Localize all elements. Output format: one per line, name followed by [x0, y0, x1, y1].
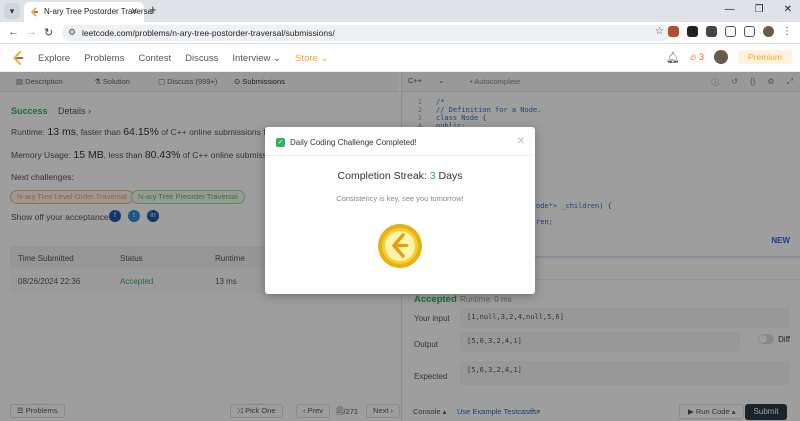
nav-discuss[interactable]: Discuss — [185, 53, 218, 64]
bookmark-star-icon[interactable]: ☆ — [655, 26, 664, 37]
user-avatar[interactable] — [713, 50, 728, 64]
address-bar-row: ← → ↻ ⚙ leetcode.com/problems/n-ary-tree… — [0, 22, 800, 44]
completion-streak: Completion Streak: 3 Days — [337, 170, 463, 182]
forward-icon[interactable]: → — [26, 26, 37, 38]
extension-icon[interactable] — [668, 26, 679, 37]
restore-icon[interactable]: ❐ — [755, 4, 764, 15]
window-controls: — ❐ ✕ — [725, 4, 792, 15]
leetcode-coin-icon — [378, 224, 422, 268]
minimize-icon[interactable]: — — [725, 4, 735, 15]
extension-icon[interactable] — [706, 26, 717, 37]
premium-button[interactable]: Premium — [737, 50, 792, 64]
browser-tab[interactable]: N-ary Tree Postorder Traversal ✕ — [24, 2, 154, 22]
nav-links: Explore Problems Contest Discuss Intervi… — [38, 53, 328, 64]
consistency-message: Consistency is key, see you tomorrow! — [336, 194, 464, 203]
extension-icon[interactable] — [687, 26, 698, 37]
tab-close-icon[interactable]: ✕ — [130, 6, 138, 17]
sidebar-icon[interactable] — [744, 26, 755, 37]
new-tab-button[interactable]: + — [149, 3, 157, 17]
checkbox-checked-icon: ✓ — [276, 138, 285, 147]
reload-icon[interactable]: ↻ — [44, 26, 53, 39]
nav-interview[interactable]: Interview ⌄ — [232, 53, 281, 64]
notification-bell-icon[interactable]: 🔔︎ — [666, 51, 680, 64]
url-text: leetcode.com/problems/n-ary-tree-postord… — [82, 28, 335, 38]
nav-store[interactable]: Store ⌄ — [295, 53, 328, 64]
streak-counter[interactable]: 🔥︎ 3 — [690, 52, 704, 63]
leetcode-favicon-icon — [30, 7, 38, 17]
nav-right: 🔔︎ 🔥︎ 3 Premium — [666, 50, 792, 64]
extensions-area: ⋮ — [668, 26, 792, 37]
nav-contest[interactable]: Contest — [138, 53, 171, 64]
url-field[interactable]: ⚙ leetcode.com/problems/n-ary-tree-posto… — [62, 25, 670, 41]
nav-explore[interactable]: Explore — [38, 53, 70, 64]
modal-title: Daily Coding Challenge Completed! — [290, 138, 417, 147]
profile-avatar[interactable] — [763, 26, 774, 37]
extensions-puzzle-icon[interactable] — [725, 26, 736, 37]
leetcode-logo-icon[interactable] — [12, 51, 24, 65]
back-icon[interactable]: ← — [8, 26, 19, 38]
site-info-icon[interactable]: ⚙ — [68, 27, 76, 38]
browser-tab-bar: ▾ N-ary Tree Postorder Traversal ✕ + — ❐… — [0, 0, 800, 22]
daily-challenge-modal: ✓ Daily Coding Challenge Completed! ✕ Co… — [265, 127, 535, 294]
window-close-icon[interactable]: ✕ — [784, 4, 792, 15]
tab-search-button[interactable]: ▾ — [4, 3, 20, 19]
nav-problems[interactable]: Problems — [84, 53, 124, 64]
browser-menu-icon[interactable]: ⋮ — [782, 26, 792, 37]
modal-divider — [265, 155, 535, 156]
leetcode-nav: Explore Problems Contest Discuss Intervi… — [0, 44, 800, 72]
close-icon[interactable]: ✕ — [517, 136, 525, 147]
